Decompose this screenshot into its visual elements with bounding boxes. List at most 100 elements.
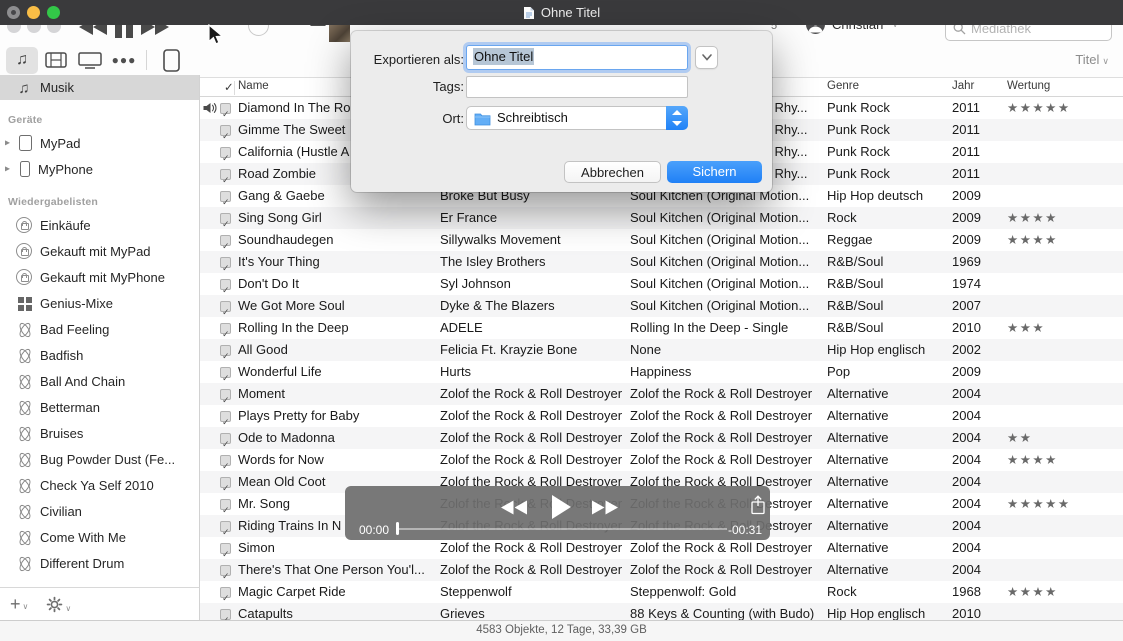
player-rewind-button[interactable]	[500, 499, 528, 521]
song-rating[interactable]: ★★★	[1007, 317, 1123, 339]
row-checkbox[interactable]	[220, 207, 236, 229]
sidebar-playlist-item[interactable]: Ball And Chain	[0, 368, 199, 394]
sidebar-playlist-item[interactable]: Genius-Mixe	[0, 290, 199, 316]
row-checkbox[interactable]	[220, 251, 236, 273]
sidebar-playlist-item[interactable]: Bruises	[0, 420, 199, 446]
expand-dialog-button[interactable]	[695, 46, 718, 69]
song-rating[interactable]: ★★★★★	[1007, 97, 1123, 119]
sidebar-device-item[interactable]: MyPad	[0, 130, 199, 156]
row-checkbox[interactable]	[220, 163, 236, 185]
row-checkbox[interactable]	[220, 427, 236, 449]
song-rating[interactable]	[1007, 251, 1123, 273]
table-row[interactable]: Plays Pretty for Baby Zolof the Rock & R…	[200, 405, 1123, 427]
row-checkbox[interactable]	[220, 471, 236, 493]
song-rating[interactable]: ★★★★	[1007, 229, 1123, 251]
table-row[interactable]: Don't Do It Syl Johnson Soul Kitchen (Or…	[200, 273, 1123, 295]
song-rating[interactable]	[1007, 515, 1123, 537]
sidebar-playlist-item[interactable]: Come With Me	[0, 524, 199, 550]
song-rating[interactable]	[1007, 273, 1123, 295]
row-checkbox[interactable]	[220, 295, 236, 317]
sidebar-item-musik[interactable]: ♫ Musik	[0, 75, 199, 100]
row-checkbox[interactable]	[220, 229, 236, 251]
sidebar-playlist-item[interactable]: Different Drum	[0, 550, 199, 576]
song-rating[interactable]	[1007, 119, 1123, 141]
tab-more[interactable]: ●●●	[108, 47, 140, 74]
player-forward-button[interactable]	[591, 499, 619, 521]
song-rating[interactable]: ★★	[1007, 427, 1123, 449]
sidebar-playlist-item[interactable]: Gekauft mit MyPad	[0, 238, 199, 264]
minimize-button[interactable]	[27, 6, 40, 19]
song-rating[interactable]	[1007, 339, 1123, 361]
sidebar-playlist-item[interactable]: Einkäufe	[0, 212, 199, 238]
table-row[interactable]: Magic Carpet Ride Steppenwolf Steppenwol…	[200, 581, 1123, 603]
song-rating[interactable]: ★★★★	[1007, 449, 1123, 471]
row-checkbox[interactable]	[220, 273, 236, 295]
row-checkbox[interactable]	[220, 449, 236, 471]
column-year[interactable]: Jahr	[952, 80, 974, 92]
add-playlist-button[interactable]: + ∨	[10, 597, 28, 611]
progress-thumb[interactable]	[396, 522, 399, 535]
tab-device[interactable]	[155, 47, 187, 74]
row-checkbox[interactable]	[220, 317, 236, 339]
sidebar-playlist-item[interactable]: Gekauft mit MyPhone	[0, 264, 199, 290]
song-rating[interactable]: ★★★★★	[1007, 493, 1123, 515]
song-rating[interactable]	[1007, 361, 1123, 383]
row-checkbox[interactable]	[220, 119, 236, 141]
table-row[interactable]: All Good Felicia Ft. Krayzie Bone None H…	[200, 339, 1123, 361]
share-button[interactable]	[750, 495, 766, 520]
table-row[interactable]: Rolling In the Deep ADELE Rolling In the…	[200, 317, 1123, 339]
table-row[interactable]: Moment Zolof the Rock & Roll Destroyer Z…	[200, 383, 1123, 405]
row-checkbox[interactable]	[220, 383, 236, 405]
sidebar-playlist-item[interactable]: Betterman	[0, 394, 199, 420]
sidebar-device-item[interactable]: MyPhone	[0, 156, 199, 182]
song-rating[interactable]	[1007, 603, 1123, 620]
song-rating[interactable]	[1007, 405, 1123, 427]
row-checkbox[interactable]	[220, 581, 236, 603]
sidebar-playlist-item[interactable]: Check Ya Self 2010	[0, 472, 199, 498]
location-popup[interactable]: Schreibtisch	[466, 106, 688, 130]
song-rating[interactable]	[1007, 163, 1123, 185]
tab-tv[interactable]	[74, 47, 106, 74]
table-row[interactable]: Soundhaudegen Sillywalks Movement Soul K…	[200, 229, 1123, 251]
row-checkbox[interactable]	[220, 97, 236, 119]
song-rating[interactable]	[1007, 471, 1123, 493]
zoom-button[interactable]	[47, 6, 60, 19]
sidebar-playlist-item[interactable]: Bad Feeling	[0, 316, 199, 342]
column-rating[interactable]: Wertung	[1007, 80, 1050, 92]
row-checkbox[interactable]	[220, 603, 236, 620]
close-button[interactable]	[7, 6, 20, 19]
column-name[interactable]: Name	[238, 80, 269, 92]
song-rating[interactable]: ★★★★	[1007, 207, 1123, 229]
table-row[interactable]: Wonderful Life Hurts Happiness Pop 2009	[200, 361, 1123, 383]
row-checkbox[interactable]	[220, 493, 236, 515]
song-rating[interactable]	[1007, 537, 1123, 559]
cancel-button[interactable]: Abbrechen	[564, 161, 661, 183]
row-checkbox[interactable]	[220, 141, 236, 163]
table-row[interactable]: Simon Zolof the Rock & Roll Destroyer Zo…	[200, 537, 1123, 559]
table-row[interactable]: Ode to Madonna Zolof the Rock & Roll Des…	[200, 427, 1123, 449]
row-checkbox[interactable]	[220, 361, 236, 383]
sort-selector[interactable]: Titel∨	[1075, 52, 1109, 67]
song-rating[interactable]: ★★★★	[1007, 581, 1123, 603]
row-checkbox[interactable]	[220, 515, 236, 537]
table-row[interactable]: Words for Now Zolof the Rock & Roll Dest…	[200, 449, 1123, 471]
save-button[interactable]: Sichern	[667, 161, 762, 183]
table-row[interactable]: It's Your Thing The Isley Brothers Soul …	[200, 251, 1123, 273]
row-checkbox[interactable]	[220, 537, 236, 559]
table-row[interactable]: Sing Song Girl Er France Soul Kitchen (O…	[200, 207, 1123, 229]
song-rating[interactable]	[1007, 383, 1123, 405]
row-checkbox[interactable]	[220, 559, 236, 581]
sidebar-playlist-item[interactable]: Bug Powder Dust (Fe...	[0, 446, 199, 472]
progress-track[interactable]	[397, 528, 727, 530]
table-row[interactable]: There's That One Person You'l... Zolof t…	[200, 559, 1123, 581]
tags-field[interactable]	[466, 76, 688, 98]
row-checkbox[interactable]	[220, 185, 236, 207]
filename-field[interactable]: Ohne Titel	[466, 45, 688, 70]
song-rating[interactable]	[1007, 185, 1123, 207]
sidebar-playlist-item[interactable]: Badfish	[0, 342, 199, 368]
table-row[interactable]: We Got More Soul Dyke & The Blazers Soul…	[200, 295, 1123, 317]
tab-music[interactable]: ♫	[6, 47, 38, 74]
table-row[interactable]: Catapults Grieves 88 Keys & Counting (wi…	[200, 603, 1123, 620]
column-genre[interactable]: Genre	[827, 80, 859, 92]
player-play-button[interactable]	[551, 494, 572, 525]
